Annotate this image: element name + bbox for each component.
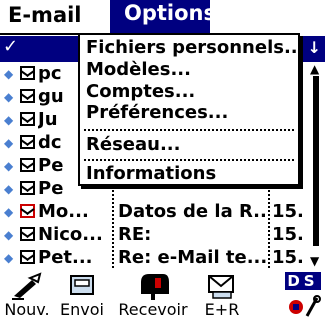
select-all-check-icon[interactable]: ✓ bbox=[3, 36, 18, 57]
message-from: Nico... bbox=[38, 224, 103, 245]
message-subject: Re: e-Mail te... bbox=[118, 247, 268, 268]
menu-item-preferences[interactable]: Préférences... bbox=[86, 102, 228, 124]
menu-item-comptes[interactable]: Comptes... bbox=[86, 81, 195, 103]
pen-hand-icon bbox=[12, 272, 42, 300]
bullet-icon: ◆ bbox=[4, 159, 14, 173]
message-from: Pet... bbox=[38, 247, 93, 268]
message-subject: RE: bbox=[118, 224, 152, 245]
envelope-icon bbox=[20, 227, 35, 241]
message-date: 15... bbox=[272, 201, 304, 222]
bullet-icon: ◆ bbox=[4, 136, 14, 150]
send-button-label: Envoi bbox=[60, 300, 104, 319]
menu-item-modeles[interactable]: Modèles... bbox=[86, 59, 191, 81]
envelope-icon bbox=[20, 158, 35, 172]
send-receive-button[interactable]: E+R bbox=[196, 270, 248, 325]
message-subject: Datos de la R... bbox=[118, 201, 268, 222]
message-row[interactable]: ◆ Pet... Re: e-Mail te... 15... bbox=[0, 246, 305, 270]
envelope-icon bbox=[20, 135, 35, 149]
menu-bar: E-mail Options bbox=[0, 0, 325, 36]
new-button-label: Nouv. bbox=[4, 300, 50, 319]
sort-arrow-icon[interactable]: ↓ bbox=[308, 38, 321, 57]
bullet-icon: ◆ bbox=[4, 67, 14, 81]
message-row[interactable]: ◆ Nico... RE: 15... bbox=[0, 223, 305, 247]
bullet-icon: ◆ bbox=[4, 228, 14, 242]
scroll-thumb[interactable] bbox=[313, 76, 319, 246]
menu-divider bbox=[84, 159, 294, 161]
ds-widget[interactable]: DS bbox=[285, 272, 321, 320]
toolbar: Nouv. Envoi Recevoir E+R bbox=[0, 270, 325, 325]
bullet-icon: ◆ bbox=[4, 113, 14, 127]
send-button[interactable]: Envoi bbox=[54, 270, 110, 325]
bullet-icon: ◆ bbox=[4, 90, 14, 104]
receive-button[interactable]: Recevoir bbox=[108, 270, 198, 325]
menu-divider bbox=[84, 129, 294, 131]
new-button[interactable]: Nouv. bbox=[2, 270, 52, 325]
mailbox-icon bbox=[141, 274, 169, 300]
bullet-icon: ◆ bbox=[4, 251, 14, 265]
menu-options[interactable]: Options bbox=[110, 0, 216, 33]
menu-item-reseau[interactable]: Réseau... bbox=[86, 134, 180, 156]
options-dropdown: Fichiers personnels... Modèles... Compte… bbox=[78, 33, 304, 186]
receive-button-label: Recevoir bbox=[118, 300, 188, 319]
menu-email[interactable]: E-mail bbox=[8, 2, 82, 28]
message-row[interactable]: ◆ Mo... Datos de la R... 15... bbox=[0, 200, 305, 224]
send-receive-icon bbox=[208, 275, 234, 299]
message-date: 15... bbox=[272, 224, 304, 245]
ds-label: DS bbox=[285, 272, 321, 290]
tools-icon bbox=[289, 295, 321, 317]
menu-item-informations[interactable]: Informations bbox=[86, 163, 216, 185]
scroll-up-icon[interactable]: ▲ bbox=[310, 62, 319, 76]
message-date: 15... bbox=[272, 247, 304, 268]
scrollbar[interactable]: ▲ ▼ bbox=[310, 62, 322, 268]
scroll-down-icon[interactable]: ▼ bbox=[310, 254, 319, 268]
envelope-icon bbox=[20, 89, 35, 103]
envelope-icon bbox=[20, 112, 35, 126]
message-from: Mo... bbox=[38, 201, 89, 222]
menu-item-fichiers[interactable]: Fichiers personnels... bbox=[86, 37, 304, 59]
envelope-icon bbox=[20, 250, 35, 264]
outbox-tray-icon bbox=[70, 275, 94, 295]
bullet-icon: ◆ bbox=[4, 205, 14, 219]
flagged-envelope-icon bbox=[20, 204, 35, 218]
send-receive-button-label: E+R bbox=[204, 300, 240, 319]
bullet-icon: ◆ bbox=[4, 182, 14, 196]
envelope-icon bbox=[20, 66, 35, 80]
envelope-icon bbox=[20, 181, 35, 195]
